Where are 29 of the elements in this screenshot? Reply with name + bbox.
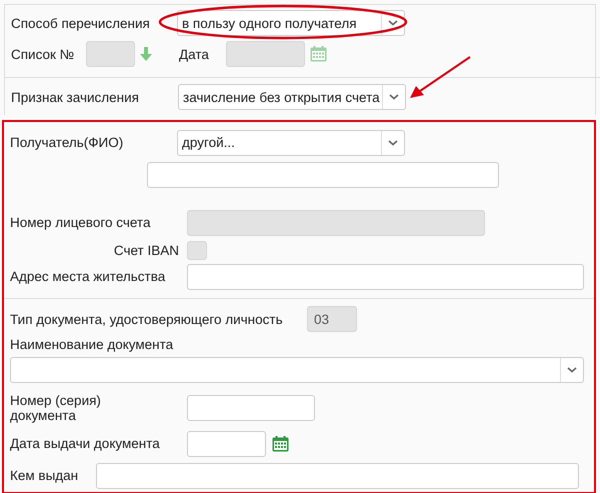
field-label: Дата <box>179 46 210 62</box>
calendar-icon[interactable] <box>272 436 289 452</box>
down-arrow-icon[interactable] <box>140 47 152 61</box>
document-name-select[interactable] <box>10 357 584 383</box>
field-label: Дата выдачи документа <box>10 436 161 451</box>
issue-date-field[interactable] <box>187 430 266 456</box>
field-label: Признак зачисления <box>11 90 140 104</box>
field-label: Тип документа, удостоверяющего личность <box>10 312 284 326</box>
issued-by-field[interactable] <box>96 462 579 488</box>
field-label: Номер лицевого счета <box>10 215 152 230</box>
credit-attribute-select[interactable]: зачисление без открытия счета <box>178 84 406 110</box>
chevron-icon <box>388 20 398 26</box>
calendar-icon[interactable] <box>310 46 327 62</box>
field-label: Адрес места жительства <box>10 269 166 284</box>
field-label: Способ перечисления <box>11 16 151 30</box>
recipient-select[interactable]: другой... <box>177 130 405 156</box>
field-label: Счет IBAN <box>112 243 179 258</box>
field-label: Список № <box>11 46 76 62</box>
chevron-icon <box>567 367 577 373</box>
document-number-field[interactable] <box>187 395 315 421</box>
field-label: Номер (серия) документа <box>10 393 102 423</box>
field-label: Наименование документа <box>10 337 174 352</box>
transfer-method-select[interactable]: в пользу одного получателя <box>177 10 405 36</box>
field-label: Кем выдан <box>10 468 80 483</box>
recipient-name-field[interactable] <box>147 162 499 188</box>
chevron-icon <box>389 94 399 100</box>
chevron-icon <box>388 140 398 146</box>
field-label: Получатель(ФИО) <box>10 135 124 150</box>
address-field[interactable] <box>187 264 584 290</box>
